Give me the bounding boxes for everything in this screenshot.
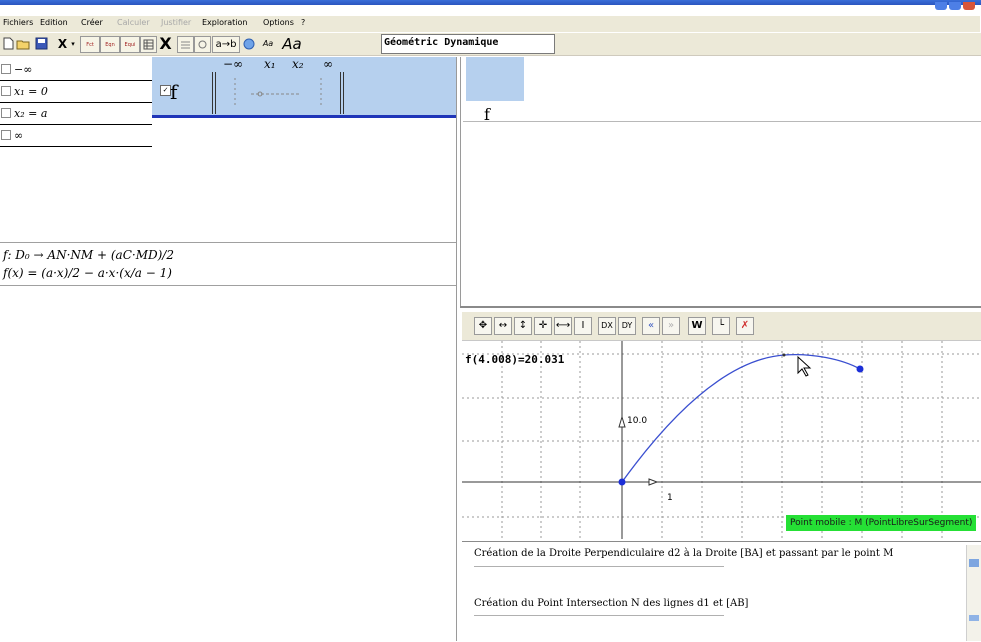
menu-justifier: Justifier	[161, 18, 192, 27]
grid	[462, 341, 981, 539]
toolbar: X ▾ Fct Eqn Equi X a→b Aa Aa Géométric D…	[0, 33, 981, 56]
graph-area[interactable]	[462, 341, 981, 539]
unit-x-arrow-icon	[648, 478, 659, 486]
grid-icon[interactable]	[177, 36, 194, 53]
function-expression: f(x) = (a·x)/2 − a·x·(x/a − 1)	[3, 266, 172, 280]
menu-creer[interactable]: Créer	[81, 18, 103, 27]
menu-fichiers[interactable]: Fichiers	[3, 18, 33, 27]
variable-row[interactable]: −∞	[0, 60, 152, 81]
fct-button[interactable]: Fct	[80, 36, 100, 53]
variable-checkbox[interactable]	[1, 86, 11, 96]
tools-icon[interactable]	[194, 36, 211, 53]
table-icon[interactable]	[140, 36, 157, 53]
menu-calculer: Calculer	[117, 18, 150, 27]
geometry-tab-label[interactable]: Géométric Dynamique	[384, 37, 498, 48]
right-divider	[460, 306, 981, 308]
mouse-cursor-icon	[797, 355, 812, 377]
eqn-button[interactable]: Eqn	[100, 36, 120, 53]
variable-label: x₂ = a	[14, 107, 48, 120]
save-icon[interactable]	[34, 36, 49, 51]
substitute-button[interactable]: a→b	[212, 36, 240, 53]
minimize-button[interactable]	[935, 2, 947, 10]
variable-checkbox[interactable]	[1, 108, 11, 118]
scroll-up-icon[interactable]	[969, 559, 979, 567]
y-tick-label: 10.0	[627, 416, 648, 426]
log-entry: Création du Point Intersection N des lig…	[474, 598, 749, 609]
close-icon[interactable]: X	[158, 34, 173, 53]
variable-label: x₁ = 0	[14, 85, 48, 98]
function-definition: f: D₀ → AN·NM + (aC·MD)/2	[3, 248, 174, 262]
table-divider	[215, 72, 216, 114]
previous-icon[interactable]: «	[642, 317, 660, 335]
title-bar	[0, 0, 981, 5]
variable-label: ∞	[14, 129, 24, 142]
table-divider	[343, 72, 344, 114]
x-tick-label: 1	[667, 493, 673, 503]
coordinate-readout: f(4.008)=20.031	[465, 353, 565, 366]
open-folder-icon[interactable]	[16, 36, 31, 51]
function-row-line	[463, 121, 981, 122]
zoom-vertical-icon[interactable]: I	[574, 317, 592, 335]
column-neg-inf: −∞	[223, 57, 244, 71]
next-icon: »	[662, 317, 680, 335]
function-curve[interactable]	[621, 353, 861, 483]
unit-y-arrow-icon	[618, 415, 626, 428]
variable-label: −∞	[14, 63, 33, 76]
column-pos-inf: ∞	[323, 57, 333, 71]
equi-button[interactable]: Equi	[120, 36, 140, 53]
variable-checkbox[interactable]	[1, 130, 11, 140]
menu-bar: Fichiers Edition Créer Calculer Justifie…	[0, 16, 980, 32]
globe-icon[interactable]	[241, 36, 256, 51]
column-x2: x₂	[292, 57, 304, 71]
font-big-button[interactable]: Aa	[281, 35, 303, 53]
log-entry-underline	[474, 566, 724, 567]
close-button[interactable]	[963, 2, 975, 10]
font-small-button[interactable]: Aa	[259, 36, 277, 51]
axes-icon[interactable]: └	[712, 317, 730, 335]
variable-row[interactable]: x₁ = 0	[0, 82, 152, 103]
selection-underline	[152, 115, 456, 118]
window-controls	[933, 0, 977, 10]
log-entry-underline	[474, 615, 724, 616]
function-selection[interactable]	[466, 57, 524, 101]
move-all-icon[interactable]: ✥	[474, 317, 492, 335]
delete-curve-icon[interactable]: ✗	[736, 317, 754, 335]
menu-help[interactable]: ?	[301, 18, 305, 27]
cut-icon[interactable]: X	[55, 36, 70, 51]
mobile-point-status: Point mobile : M (PointLibreSurSegment)	[786, 515, 976, 531]
variable-row[interactable]: ∞	[0, 126, 152, 147]
column-x1: x₁	[264, 57, 276, 71]
w-icon[interactable]: W	[688, 317, 706, 335]
variable-row[interactable]: x₂ = a	[0, 104, 152, 125]
table-divider	[212, 72, 213, 114]
dropdown-arrow-icon[interactable]: ▾	[69, 36, 77, 51]
graph-canvas[interactable]	[462, 341, 981, 539]
moving-point-m[interactable]	[782, 353, 786, 357]
move-horizontal-icon[interactable]: ↔	[494, 317, 512, 335]
end-point[interactable]	[856, 365, 864, 373]
variation-arrows	[234, 78, 322, 106]
menu-options[interactable]: Options	[263, 18, 294, 27]
variable-checkbox[interactable]	[1, 64, 11, 74]
log-scrollbar[interactable]	[966, 545, 981, 641]
zoom-horizontal-icon[interactable]: ⟷	[554, 317, 572, 335]
zoom-all-icon[interactable]: ✛	[534, 317, 552, 335]
scroll-thumb[interactable]	[969, 615, 979, 621]
left-divider	[0, 242, 456, 243]
dx-icon[interactable]: DX	[598, 317, 616, 335]
table-divider	[340, 72, 341, 114]
origin-point[interactable]	[618, 478, 626, 486]
move-vertical-icon[interactable]: ↕	[514, 317, 532, 335]
function-name-left: f	[170, 80, 178, 104]
menu-edition[interactable]: Edition	[40, 18, 68, 27]
maximize-button[interactable]	[949, 2, 961, 10]
new-file-icon[interactable]	[1, 36, 16, 51]
log-entry: Création de la Droite Perpendiculaire d2…	[474, 548, 894, 559]
dy-icon[interactable]: DY	[618, 317, 636, 335]
graph-toolbar: ✥ ↔ ↕ ✛ ⟷ I DX DY « » W └ ✗	[462, 312, 981, 341]
menu-exploration[interactable]: Exploration	[202, 18, 248, 27]
left-divider-2	[0, 285, 456, 286]
right-function-panel	[460, 57, 981, 307]
